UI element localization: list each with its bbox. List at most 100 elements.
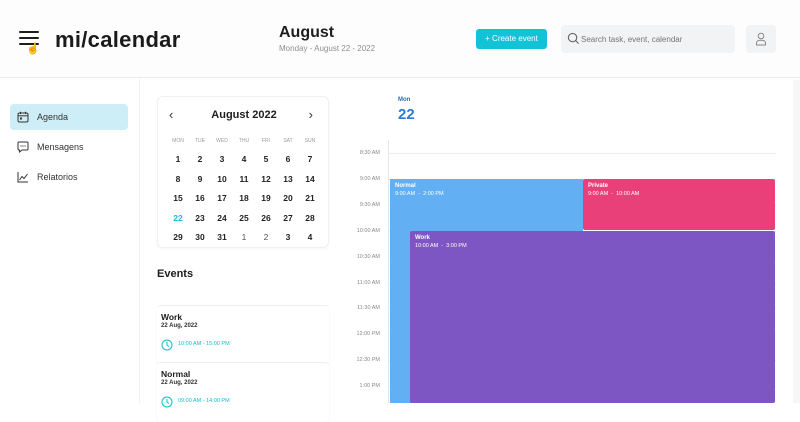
calendar-day[interactable]: 1	[233, 229, 255, 245]
column-divider	[388, 140, 389, 403]
time-label: 8:30 AM	[359, 150, 380, 156]
chat-icon	[17, 141, 29, 153]
calendar-day[interactable]: 9	[189, 171, 211, 187]
event-time: 9:00 AM - 10:00 AM	[588, 191, 640, 197]
time-grid-line	[388, 153, 776, 154]
time-label: 10:30 AM	[356, 253, 380, 260]
user-profile-button[interactable]	[746, 25, 776, 53]
search-input[interactable]	[581, 30, 731, 48]
calendar-icon	[17, 111, 29, 123]
time-label: 10:00 AM	[356, 227, 380, 234]
calendar-day[interactable]: 24	[211, 210, 233, 226]
event-card-time: 09:00 AM - 14:00 PM	[178, 398, 230, 404]
time-label: 9:00 AM	[359, 175, 380, 182]
event-title: Private	[588, 183, 609, 189]
time-label: 9:30 AM	[359, 201, 380, 208]
calendar-day[interactable]: 3	[211, 151, 233, 167]
calendar-day[interactable]: 17	[211, 190, 233, 206]
calendar-day[interactable]: 15	[167, 190, 189, 206]
event-block-work[interactable]: Work 10:00 AM - 3:00 PM	[410, 231, 775, 403]
calendar-day[interactable]: 14	[299, 171, 321, 187]
calendar-day[interactable]: 12	[255, 171, 277, 187]
weekday-label: MON	[172, 138, 184, 144]
calendar-day[interactable]: 30	[189, 229, 211, 245]
calendar-day[interactable]: 25	[233, 210, 255, 226]
event-card[interactable]: Normal 22 Aug, 2022 09:00 AM - 14:00 PM	[157, 362, 329, 422]
sidebar-item-relatorios[interactable]: Relatorios	[10, 164, 128, 190]
event-card[interactable]: Work 22 Aug, 2022 10:00 AM - 15:00 PM	[157, 305, 329, 365]
calendar-day[interactable]: 3	[277, 229, 299, 245]
hand-cursor-icon: ☝	[26, 43, 40, 55]
calendar-day[interactable]: 18	[233, 190, 255, 206]
calendar-day[interactable]: 1	[167, 151, 189, 167]
calendar-day[interactable]: 19	[255, 190, 277, 206]
calendar-day[interactable]: 27	[277, 210, 299, 226]
time-label: 12:30 PM	[356, 357, 380, 364]
calendar-day[interactable]: 29	[167, 229, 189, 245]
calendar-day[interactable]: 7	[299, 151, 321, 167]
day-number: 22	[398, 106, 415, 123]
sidebar-item-label: Mensagens	[37, 142, 84, 152]
event-time: 10:00 AM - 3:00 PM	[415, 243, 467, 249]
chevron-right-icon[interactable]: ›	[309, 107, 313, 122]
mini-calendar: ‹ August 2022 › MON TUE WED THU FRI SAT SUN 12…	[157, 96, 329, 248]
event-time: 9:00 AM - 2:00 PM	[395, 191, 444, 197]
calendar-day[interactable]: 5	[255, 151, 277, 167]
event-card-time: 10:00 AM - 15:00 PM	[178, 341, 230, 347]
calendar-day[interactable]: 26	[255, 210, 277, 226]
calendar-day[interactable]: 16	[189, 190, 211, 206]
page-title: August	[279, 24, 335, 41]
event-title: Work	[415, 235, 430, 241]
time-label: 11:30 AM	[357, 305, 380, 312]
app-logo: mi/calendar	[55, 27, 181, 52]
event-title: Normal	[395, 183, 416, 189]
calendar-day[interactable]: 28	[299, 210, 321, 226]
calendar-day[interactable]: 20	[277, 190, 299, 206]
event-card-title: Normal	[161, 369, 191, 379]
calendar-day[interactable]: 4	[299, 229, 321, 245]
calendar-day[interactable]: 21	[299, 190, 321, 206]
sidebar-item-label: Agenda	[37, 112, 69, 122]
weekday-header: MON TUE WED THU FRI SAT SUN	[167, 138, 321, 146]
sidebar-item-mensagens[interactable]: Mensagens	[10, 134, 128, 160]
weekday-label: SAT	[283, 138, 293, 144]
search-box	[561, 25, 735, 53]
event-block-private[interactable]: Private 9:00 AM - 10:00 AM	[583, 179, 775, 230]
weekday-label: FRI	[261, 138, 271, 144]
weekday-label: WED	[216, 138, 228, 144]
time-label: 11:00 AM	[357, 279, 380, 286]
scrollbar[interactable]	[793, 80, 800, 403]
event-card-date: 22 Aug, 2022	[161, 323, 198, 329]
day-of-week: Mon	[398, 97, 411, 103]
calendar-day[interactable]: 2	[255, 229, 277, 245]
calendar-day[interactable]: 4	[233, 151, 255, 167]
calendar-day[interactable]: 13	[277, 171, 299, 187]
event-card-title: Work	[161, 312, 183, 322]
calendar-day[interactable]: 23	[189, 210, 211, 226]
calendar-month-title: August 2022	[211, 109, 277, 121]
time-label: 12:00 PM	[356, 331, 380, 338]
event-card-date: 22 Aug, 2022	[161, 380, 198, 386]
calendar-day[interactable]: 22	[167, 210, 189, 226]
clock-icon	[161, 339, 173, 351]
app-header: ☝ mi/calendar August Monday - August 22 …	[0, 0, 800, 78]
sidebar: Agenda Mensagens Relatorios	[0, 79, 140, 403]
weekday-label: TUE	[195, 138, 205, 144]
events-section-title: Events	[157, 268, 194, 280]
sidebar-item-label: Relatorios	[37, 172, 78, 182]
chart-line-icon	[17, 172, 28, 183]
weekday-label: SUN	[304, 138, 316, 144]
clock-icon	[161, 396, 173, 408]
search-icon	[567, 32, 580, 45]
calendar-day[interactable]: 6	[277, 151, 299, 167]
weekday-label: THU	[238, 138, 250, 144]
user-icon	[756, 32, 766, 46]
calendar-day[interactable]: 8	[167, 171, 189, 187]
sidebar-item-agenda[interactable]: Agenda	[10, 104, 128, 130]
time-label: 1:00 PM	[359, 383, 380, 390]
calendar-day[interactable]: 10	[211, 171, 233, 187]
calendar-day[interactable]: 11	[233, 171, 255, 187]
calendar-day[interactable]: 2	[189, 151, 211, 167]
create-event-button[interactable]: + Create event	[476, 29, 547, 49]
calendar-day[interactable]: 31	[211, 229, 233, 245]
